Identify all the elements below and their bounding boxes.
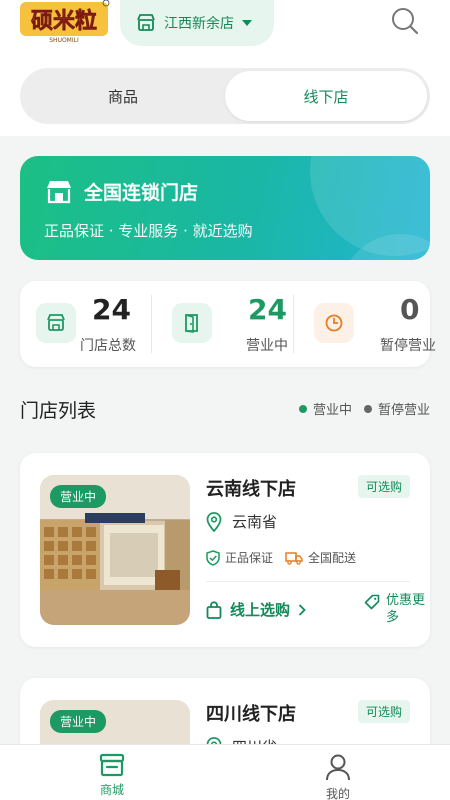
store-name: 云南线下店 xyxy=(206,479,296,500)
nav-mall[interactable]: 商城 xyxy=(72,753,152,798)
truck-icon xyxy=(285,551,303,565)
brand-logo: 硕米粒 SHUOMILI xyxy=(20,0,112,44)
chevron-right-icon xyxy=(298,603,306,616)
stat-total: 24 门店总数 xyxy=(20,281,156,367)
search-button[interactable] xyxy=(390,6,420,36)
clock-icon xyxy=(314,303,354,343)
search-icon xyxy=(392,8,419,35)
store-card[interactable]: 营业中 云南线下店 可选购 云南省 正品保证 全国配送 线上选购 优惠更多 xyxy=(20,453,430,647)
store-features: 正品保证 全国配送 xyxy=(206,549,368,566)
storefront-icon xyxy=(47,180,71,203)
svg-text:SHUOMILI: SHUOMILI xyxy=(49,37,79,44)
available-tag: 可选购 xyxy=(357,475,410,498)
store-stats: 24 门店总数 24 营业中 0 暂停营业 xyxy=(20,281,436,367)
stat-paused-value: 0 xyxy=(400,293,420,326)
bottom-nav: 商城 我的 xyxy=(0,744,450,800)
tag-icon xyxy=(364,594,380,610)
shield-check-icon xyxy=(206,549,220,566)
stat-paused: 0 暂停营业 xyxy=(298,281,436,367)
svg-text:硕米粒: 硕米粒 xyxy=(31,8,97,34)
top-bar: 硕米粒 SHUOMILI 江西新余店 xyxy=(0,0,450,56)
stat-open: 24 营业中 xyxy=(156,281,292,367)
stat-total-value: 24 xyxy=(92,293,131,326)
legend-open: 营业中 xyxy=(298,399,352,418)
stat-total-label: 门店总数 xyxy=(80,338,136,354)
hero-banner: 全国连锁门店 正品保证 · 专业服务 · 就近选购 xyxy=(20,156,430,260)
store-selector[interactable]: 江西新余店 xyxy=(120,0,274,46)
store-location: 云南省 xyxy=(206,511,277,532)
user-icon xyxy=(326,754,350,781)
nav-profile[interactable]: 我的 xyxy=(298,753,378,800)
promo-link[interactable]: 优惠更多 xyxy=(364,592,432,626)
store-icon xyxy=(137,14,155,31)
status-badge: 营业中 xyxy=(50,485,107,508)
feature-delivery: 全国配送 xyxy=(285,549,356,566)
store-list-title: 门店列表 xyxy=(20,400,97,422)
shop-icon xyxy=(99,753,125,777)
location-pin-icon xyxy=(206,511,222,532)
tab-products[interactable]: 商品 xyxy=(23,71,223,121)
tabs-container: 商品 线下店 xyxy=(0,56,450,136)
status-legend: 营业中 暂停营业 xyxy=(287,399,430,418)
tab-offline-stores[interactable]: 线下店 xyxy=(225,71,427,121)
caret-down-icon xyxy=(242,20,252,26)
buy-online-button[interactable]: 线上选购 xyxy=(206,599,314,620)
store-photo: 营业中 xyxy=(40,475,190,625)
stat-open-value: 24 xyxy=(248,293,287,326)
hero-title: 全国连锁门店 xyxy=(46,178,198,205)
legend-paused: 暂停营业 xyxy=(363,399,430,418)
store-name: 江西新余店 xyxy=(164,16,234,32)
hero-subtitle: 正品保证 · 专业服务 · 就近选购 xyxy=(44,222,253,240)
store-name: 四川线下店 xyxy=(206,704,296,725)
feature-genuine: 正品保证 xyxy=(206,549,273,566)
status-badge: 营业中 xyxy=(50,710,107,733)
available-tag: 可选购 xyxy=(357,700,410,723)
store-icon xyxy=(36,303,76,343)
stat-paused-label: 暂停营业 xyxy=(380,338,436,354)
stat-open-label: 营业中 xyxy=(246,338,288,354)
door-icon xyxy=(172,303,212,343)
shopping-bag-icon xyxy=(206,600,222,619)
segment-tabs: 商品 线下店 xyxy=(20,68,430,124)
